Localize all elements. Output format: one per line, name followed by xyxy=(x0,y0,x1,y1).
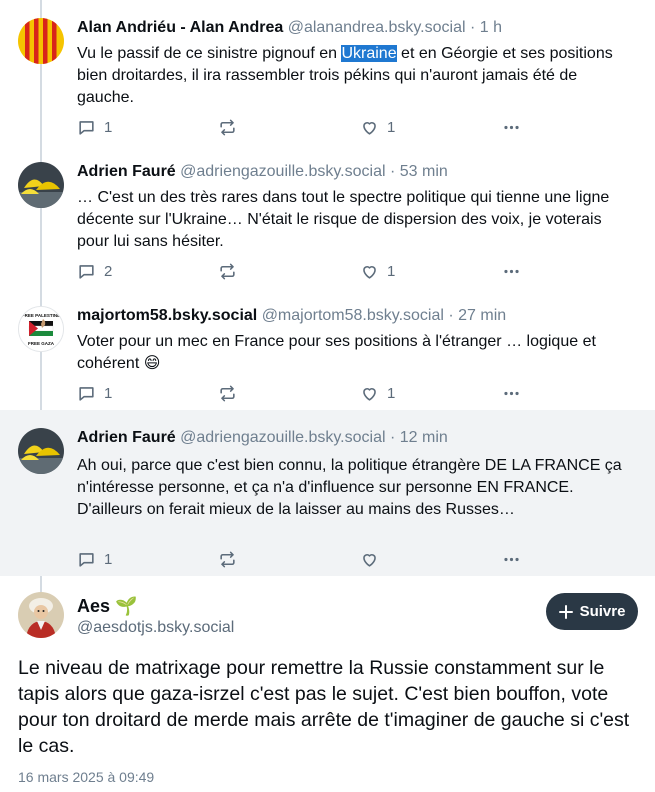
reply-button[interactable]: 2 xyxy=(77,262,112,281)
reply-count: 1 xyxy=(104,551,113,568)
post-time[interactable]: · 27 min xyxy=(448,307,506,324)
like-count: 1 xyxy=(387,119,396,136)
follow-button[interactable]: Suivre xyxy=(546,593,638,630)
post-time[interactable]: · 12 min xyxy=(390,429,448,446)
illustrated-character-icon xyxy=(18,592,64,638)
repost-button[interactable] xyxy=(218,384,237,403)
author-handle[interactable]: @alanandrea.bsky.social xyxy=(288,19,466,36)
thread-line xyxy=(40,576,42,592)
heart-icon xyxy=(363,388,376,401)
post-actions: 1 xyxy=(77,550,527,570)
reply-icon xyxy=(79,265,94,279)
more-icon xyxy=(504,557,519,562)
post-text: Voter pour un mec en France pour ses pos… xyxy=(77,333,596,372)
free-palestine-icon: FREE PALESTINE FREE GAZA xyxy=(19,307,63,351)
author-name[interactable]: majortom58.bsky.social xyxy=(77,307,257,324)
post-header: Adrien Fauré @adriengazouille.bsky.socia… xyxy=(77,428,448,448)
main-author-name[interactable]: Aes 🌱 xyxy=(77,596,137,617)
author-handle[interactable]: @majortom58.bsky.social xyxy=(262,307,444,324)
post-header: majortom58.bsky.social @majortom58.bsky.… xyxy=(77,306,506,326)
heart-icon xyxy=(363,122,376,135)
reply-post[interactable]: Adrien Fauré @adriengazouille.bsky.socia… xyxy=(0,410,655,576)
heart-icon xyxy=(363,266,376,279)
like-count: 1 xyxy=(387,263,396,280)
avatar[interactable] xyxy=(18,162,64,208)
avatar-caption-bottom: FREE GAZA xyxy=(28,341,55,346)
avatar-caption-top: FREE PALESTINE xyxy=(22,313,60,318)
author-name[interactable]: Alan Andriéu - Alan Andrea xyxy=(77,19,283,36)
reply-icon xyxy=(79,387,94,401)
repost-icon xyxy=(220,385,235,402)
like-count: 1 xyxy=(387,385,396,402)
reply-icon xyxy=(79,121,94,135)
like-button[interactable]: 1 xyxy=(360,262,395,281)
repost-icon xyxy=(220,551,235,568)
repost-button[interactable] xyxy=(218,550,237,569)
post-header: Adrien Fauré @adriengazouille.bsky.socia… xyxy=(77,162,448,182)
post-text: Ah oui, parce que c'est bien connu, la p… xyxy=(77,457,622,518)
main-author-handle[interactable]: @aesdotjs.bsky.social xyxy=(77,619,234,637)
like-button[interactable]: 1 xyxy=(360,118,395,137)
more-options-button[interactable] xyxy=(502,262,521,281)
avatar[interactable] xyxy=(18,592,64,638)
reply-count: 1 xyxy=(104,385,113,402)
like-button[interactable] xyxy=(360,550,387,569)
post-header: Alan Andriéu - Alan Andrea @alanandrea.b… xyxy=(77,18,502,38)
post-text: … C'est un des très rares dans tout le s… xyxy=(77,189,610,250)
reply-button[interactable]: 1 xyxy=(77,550,112,569)
avatar[interactable] xyxy=(18,428,64,474)
like-button[interactable]: 1 xyxy=(360,384,395,403)
repost-icon xyxy=(220,119,235,136)
post-actions: 1 1 xyxy=(77,384,527,404)
avatar[interactable]: FREE PALESTINE FREE GAZA xyxy=(18,306,64,352)
repost-button[interactable] xyxy=(218,118,237,137)
author-handle[interactable]: @adriengazouille.bsky.social xyxy=(180,163,385,180)
author-name[interactable]: Adrien Fauré xyxy=(77,163,176,180)
reply-count: 1 xyxy=(104,119,113,136)
reply-count: 2 xyxy=(104,263,113,280)
more-icon xyxy=(504,125,519,130)
post-date[interactable]: 16 mars 2025 à 09:49 xyxy=(18,769,154,785)
yellow-umbrellas-icon xyxy=(18,428,64,474)
repost-button[interactable] xyxy=(218,262,237,281)
post-text-part: Vu le passif de ce sinistre pignouf en xyxy=(77,45,342,62)
reply-post[interactable]: FREE PALESTINE FREE GAZA majortom58.bsky… xyxy=(0,294,655,410)
post-actions: 2 1 xyxy=(77,262,527,282)
yellow-umbrellas-icon xyxy=(18,162,64,208)
author-handle[interactable]: @adriengazouille.bsky.social xyxy=(180,429,385,446)
reply-icon xyxy=(79,553,94,567)
post-actions: 1 1 xyxy=(77,118,527,138)
heart-icon xyxy=(363,554,376,567)
reply-button[interactable]: 1 xyxy=(77,118,112,137)
main-post-text: Le niveau de matrixage pour remettre la … xyxy=(18,657,630,757)
more-icon xyxy=(504,269,519,274)
more-options-button[interactable] xyxy=(502,384,521,403)
post-text: Vu le passif de ce sinistre pignouf en U… xyxy=(77,43,637,109)
author-name[interactable]: Adrien Fauré xyxy=(77,429,176,446)
more-icon xyxy=(504,391,519,396)
more-options-button[interactable] xyxy=(502,118,521,137)
post-time[interactable]: · 1 h xyxy=(470,19,502,36)
reply-button[interactable]: 1 xyxy=(77,384,112,403)
follow-label: Suivre xyxy=(579,603,626,620)
plus-icon xyxy=(558,604,573,619)
reply-post[interactable]: Adrien Fauré @adriengazouille.bsky.socia… xyxy=(0,150,655,294)
highlighted-word: Ukraine xyxy=(341,45,397,62)
avatar[interactable] xyxy=(18,18,64,64)
more-options-button[interactable] xyxy=(502,550,521,569)
catalan-flag-icon xyxy=(18,18,64,64)
repost-icon xyxy=(220,263,235,280)
post-time[interactable]: · 53 min xyxy=(390,163,448,180)
reply-post[interactable]: Alan Andriéu - Alan Andrea @alanandrea.b… xyxy=(0,0,655,150)
